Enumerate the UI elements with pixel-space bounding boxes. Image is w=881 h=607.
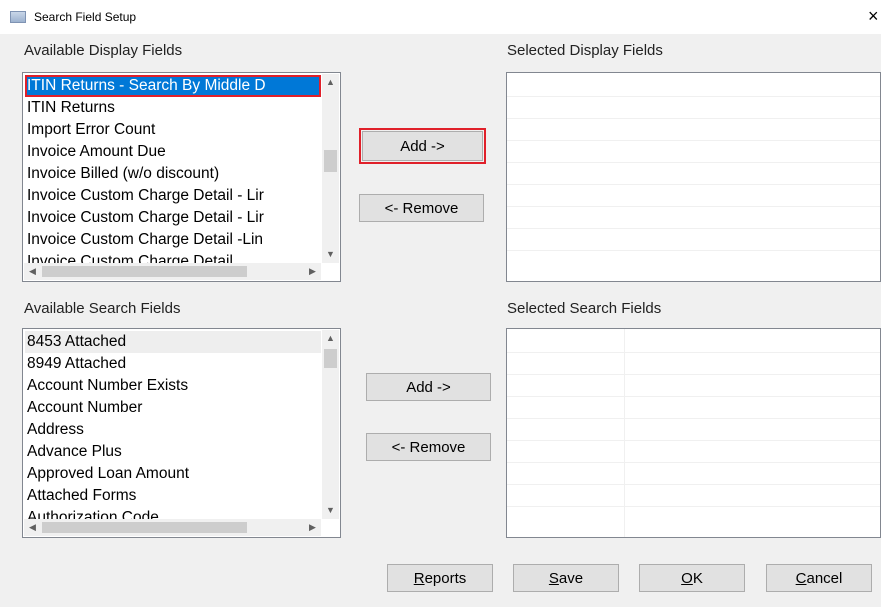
- list-item[interactable]: Invoice Custom Charge Detail - Lir: [25, 207, 321, 229]
- list-item[interactable]: Account Number Exists: [25, 375, 321, 397]
- selected-display-fields-list[interactable]: [506, 72, 881, 282]
- window-title: Search Field Setup: [34, 10, 137, 24]
- reports-button[interactable]: Reports: [387, 564, 493, 592]
- scroll-down-icon[interactable]: ▼: [322, 502, 339, 519]
- available-display-fields-label: Available Display Fields: [24, 42, 183, 59]
- list-item[interactable]: Invoice Billed (w/o discount): [25, 163, 321, 185]
- list-item[interactable]: Advance Plus: [25, 441, 321, 463]
- add-display-field-button[interactable]: Add ->: [359, 128, 486, 164]
- scroll-thumb[interactable]: [324, 349, 337, 368]
- list-item[interactable]: 8949 Attached: [25, 353, 321, 375]
- cancel-button[interactable]: Cancel: [766, 564, 872, 592]
- save-button[interactable]: Save: [513, 564, 619, 592]
- list-item[interactable]: ITIN Returns - Search By Middle D: [25, 75, 321, 97]
- ok-mnemonic: O: [681, 569, 693, 587]
- save-mnemonic: S: [548, 569, 559, 587]
- remove-search-field-button[interactable]: <- Remove: [366, 433, 491, 461]
- list-item[interactable]: Approved Loan Amount: [25, 463, 321, 485]
- scroll-thumb[interactable]: [324, 150, 337, 172]
- list-item[interactable]: Invoice Custom Charge Detail -Lin: [25, 229, 321, 251]
- list-item[interactable]: Account Number: [25, 397, 321, 419]
- scroll-right-icon[interactable]: ▶: [304, 519, 321, 536]
- available-search-fields-items: 8453 Attached 8949 Attached Account Numb…: [25, 331, 321, 519]
- horizontal-scrollbar[interactable]: ◀ ▶: [24, 263, 321, 280]
- app-icon: [10, 11, 26, 23]
- cancel-mnemonic: C: [795, 569, 807, 587]
- ok-label: K: [692, 569, 703, 587]
- scroll-down-icon[interactable]: ▼: [322, 246, 339, 263]
- list-item[interactable]: ITIN Returns: [25, 97, 321, 119]
- available-search-fields-list[interactable]: 8453 Attached 8949 Attached Account Numb…: [22, 328, 341, 538]
- available-search-fields-label: Available Search Fields: [24, 300, 181, 317]
- available-display-fields-items: ITIN Returns - Search By Middle D ITIN R…: [25, 75, 321, 263]
- selected-search-fields-list[interactable]: [506, 328, 881, 538]
- scroll-up-icon[interactable]: ▲: [322, 74, 339, 91]
- list-item[interactable]: Authorization Code: [25, 507, 321, 519]
- list-item[interactable]: Import Error Count: [25, 119, 321, 141]
- scroll-left-icon[interactable]: ◀: [24, 263, 41, 280]
- list-item[interactable]: Invoice Custom Charge Detail - Lir: [25, 185, 321, 207]
- vertical-scrollbar[interactable]: ▲ ▼: [322, 74, 339, 263]
- reports-label: eports: [424, 569, 467, 587]
- list-item[interactable]: Attached Forms: [25, 485, 321, 507]
- list-item[interactable]: Invoice Custom Charge Detail: [25, 251, 321, 263]
- list-item[interactable]: Invoice Amount Due: [25, 141, 321, 163]
- save-label: ave: [558, 569, 584, 587]
- remove-display-field-button[interactable]: <- Remove: [359, 194, 484, 222]
- close-icon[interactable]: ×: [868, 6, 879, 27]
- selected-search-fields-label: Selected Search Fields: [507, 300, 662, 317]
- scroll-thumb[interactable]: [42, 266, 247, 277]
- cancel-label: ancel: [806, 569, 843, 587]
- available-display-fields-list[interactable]: ITIN Returns - Search By Middle D ITIN R…: [22, 72, 341, 282]
- horizontal-scrollbar[interactable]: ◀ ▶: [24, 519, 321, 536]
- add-search-field-button[interactable]: Add ->: [366, 373, 491, 401]
- ok-button[interactable]: OK: [639, 564, 745, 592]
- scroll-thumb[interactable]: [42, 522, 247, 533]
- list-item[interactable]: Address: [25, 419, 321, 441]
- vertical-scrollbar[interactable]: ▲ ▼: [322, 330, 339, 519]
- title-bar: Search Field Setup ×: [0, 0, 881, 34]
- scroll-left-icon[interactable]: ◀: [24, 519, 41, 536]
- list-item[interactable]: 8453 Attached: [25, 331, 321, 353]
- selected-display-fields-label: Selected Display Fields: [507, 42, 663, 59]
- reports-mnemonic: R: [413, 569, 425, 587]
- scroll-right-icon[interactable]: ▶: [304, 263, 321, 280]
- scroll-up-icon[interactable]: ▲: [322, 330, 339, 347]
